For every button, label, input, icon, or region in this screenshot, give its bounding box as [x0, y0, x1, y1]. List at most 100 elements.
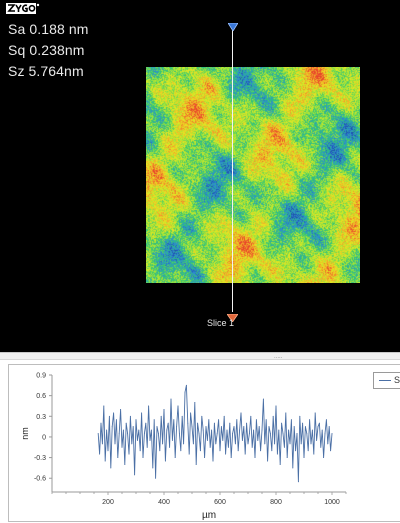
data-point — [180, 450, 182, 452]
data-point — [222, 439, 224, 441]
data-point — [160, 415, 162, 417]
data-point — [153, 419, 155, 421]
data-point — [166, 429, 168, 431]
data-point — [240, 412, 242, 414]
x-tick-label: 400 — [158, 499, 170, 506]
data-point — [114, 443, 116, 445]
data-point — [233, 426, 235, 428]
data-point — [124, 464, 126, 465]
data-point — [317, 426, 319, 428]
data-point — [99, 453, 101, 455]
data-point — [103, 405, 105, 407]
data-point — [278, 429, 280, 431]
data-point — [324, 433, 326, 434]
data-point — [209, 446, 211, 448]
data-point — [199, 450, 201, 452]
data-point — [325, 419, 327, 421]
data-point — [219, 450, 221, 452]
data-point — [163, 408, 165, 410]
data-point — [142, 457, 144, 459]
data-point — [176, 426, 178, 428]
data-point — [253, 429, 255, 431]
data-point — [250, 415, 252, 417]
data-point — [289, 443, 291, 445]
data-point — [171, 439, 173, 441]
data-point — [300, 443, 302, 445]
data-point — [292, 467, 294, 469]
data-point — [302, 422, 304, 424]
surface-height-map[interactable] — [146, 67, 360, 283]
data-point — [132, 426, 134, 428]
data-point — [104, 460, 106, 462]
data-point — [131, 443, 133, 445]
data-point — [152, 467, 154, 469]
data-point — [108, 415, 110, 417]
data-point — [157, 433, 159, 434]
data-point — [271, 450, 273, 452]
data-point — [295, 450, 297, 452]
profile-line-chart[interactable]: -0.6 -0.3 0 0.3 0.6 0.9 200 400 600 800 1000 nm µm — [0, 360, 400, 523]
y-tick-label: -0.6 — [34, 476, 46, 483]
data-point — [265, 419, 267, 421]
data-point — [229, 422, 231, 424]
data-point — [212, 460, 214, 462]
data-point — [258, 426, 260, 428]
panel-splitter[interactable]: ..... — [0, 352, 400, 360]
data-point — [311, 429, 313, 431]
data-point — [145, 422, 147, 424]
data-point — [237, 450, 239, 452]
data-point — [323, 457, 325, 459]
data-point — [264, 443, 266, 445]
data-point — [178, 433, 180, 434]
data-point — [279, 464, 281, 465]
slice-line[interactable] — [232, 26, 233, 312]
y-tick-label: 0.9 — [36, 373, 46, 380]
data-point — [220, 426, 222, 428]
data-point — [230, 457, 232, 459]
data-point — [218, 419, 220, 421]
y-axis-title: nm — [20, 427, 30, 440]
data-point — [293, 426, 295, 428]
data-point — [211, 429, 213, 431]
data-point — [120, 408, 122, 410]
data-point — [201, 415, 203, 417]
data-point — [156, 426, 158, 428]
data-point — [246, 422, 248, 424]
data-point — [304, 426, 306, 428]
data-point — [150, 429, 152, 431]
slice-start-handle[interactable] — [227, 18, 239, 36]
data-point — [206, 439, 208, 441]
data-point — [290, 419, 292, 421]
surface-view-panel[interactable]: Sa 0.188 nm Sq 0.238nm Sz 5.764nm Slice … — [0, 0, 400, 352]
data-point — [208, 419, 210, 421]
data-point — [187, 422, 189, 424]
data-point — [122, 429, 124, 431]
data-point — [194, 402, 196, 403]
data-point — [100, 422, 102, 424]
data-point — [267, 460, 269, 462]
data-point — [227, 446, 229, 448]
data-point — [241, 439, 243, 441]
data-point — [129, 415, 131, 417]
data-point — [192, 443, 194, 445]
data-point — [149, 439, 151, 441]
data-point — [244, 453, 246, 455]
slice-label: Slice 1 — [207, 318, 235, 328]
data-point — [121, 446, 123, 448]
data-point — [118, 433, 120, 434]
data-point — [282, 433, 284, 434]
data-point — [174, 457, 176, 459]
data-point — [127, 433, 129, 434]
sz-height-value: Sz 5.764nm — [8, 63, 84, 79]
data-point — [255, 419, 257, 421]
data-point — [288, 429, 290, 431]
data-point — [155, 477, 157, 479]
data-point — [159, 450, 161, 452]
data-point — [268, 426, 270, 428]
data-point — [141, 412, 143, 414]
data-point — [299, 415, 301, 417]
data-point — [113, 412, 115, 414]
data-point — [188, 453, 190, 455]
data-point — [170, 398, 172, 400]
data-point — [257, 439, 259, 441]
